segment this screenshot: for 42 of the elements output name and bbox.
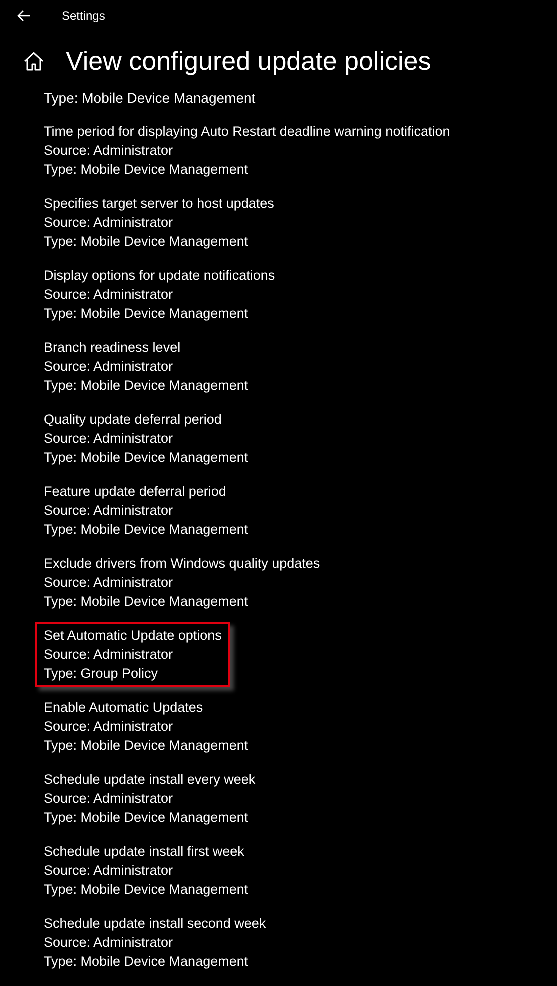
policy-type: Type: Mobile Device Management — [44, 377, 250, 395]
policy-type: Type: Mobile Device Management — [44, 161, 250, 179]
window-title: Settings — [62, 9, 106, 23]
policy-type: Type: Mobile Device Management — [44, 953, 250, 971]
policy-source: Source: Administrator — [44, 502, 174, 520]
policy-name: Schedule update install second week — [44, 915, 268, 933]
policy-name: Schedule update install every week — [44, 771, 257, 789]
policy-type: Type: Mobile Device Management — [44, 737, 250, 755]
policy-source: Source: Administrator — [44, 214, 174, 232]
policy-name: Enable Automatic Updates — [44, 699, 204, 717]
policy-source: Source: Administrator — [44, 646, 174, 664]
policy-source: Source: Administrator — [44, 790, 174, 808]
policy-type: Type: Mobile Device Management — [44, 233, 250, 251]
policy-type: Type: Mobile Device Management — [44, 449, 250, 467]
policy-name: Set Automatic Update options — [44, 627, 222, 645]
policy-type: Type: Mobile Device Management — [44, 305, 250, 323]
policy-type: Type: Mobile Device Management — [44, 809, 250, 827]
policy-source: Source: Administrator — [44, 286, 174, 304]
policy-type: Type: Mobile Device Management — [44, 881, 250, 899]
back-button[interactable] — [16, 8, 32, 24]
policy-type: Type: Mobile Device Management — [44, 521, 250, 539]
policy-source: Source: Administrator — [44, 574, 174, 592]
policy-source: Source: Administrator — [44, 142, 174, 160]
policy-type: Type: Group Policy — [44, 665, 160, 683]
policy-source: Source: Administrator — [44, 358, 174, 376]
home-icon[interactable] — [24, 52, 44, 70]
policy-name: Branch readiness level — [44, 339, 182, 357]
policy-source: Source: Administrator — [44, 430, 174, 448]
policy-type: Type: Mobile Device Management — [44, 593, 250, 611]
policy-source: Source: Administrator — [44, 934, 174, 952]
policy-name: Exclude drivers from Windows quality updates — [44, 555, 322, 573]
policy-name: Time period for displaying Auto Restart deadline warning notification — [44, 123, 452, 141]
policy-name: Schedule update install first week — [44, 843, 246, 861]
policy-source: Source: Administrator — [44, 862, 174, 880]
page-title: View configured update policies — [66, 46, 432, 76]
policy-name: Feature update deferral period — [44, 483, 228, 501]
policy-name: Display options for update notifications — [44, 267, 276, 285]
policy-source: Source: Administrator — [44, 718, 174, 736]
back-arrow-icon — [17, 10, 31, 22]
policy-type: Type: Mobile Device Management — [43, 90, 257, 107]
policy-name: Specifies target server to host updates — [44, 195, 276, 213]
policy-name: Quality update deferral period — [44, 411, 223, 429]
